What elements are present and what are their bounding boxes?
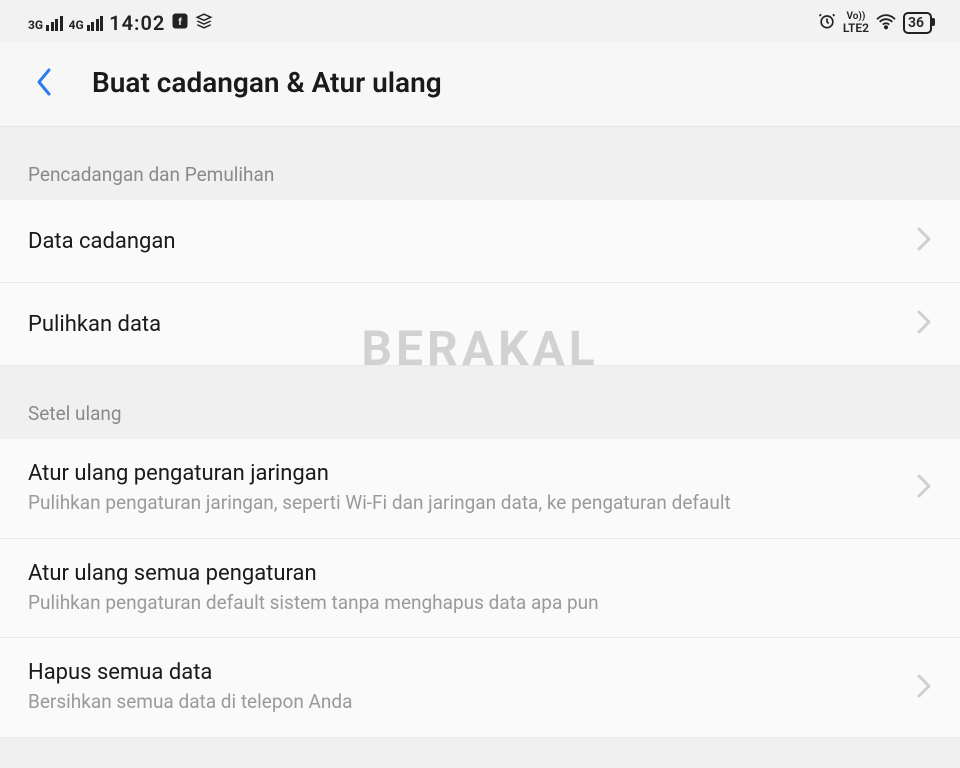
trailing-gap (0, 738, 960, 768)
stack-icon (195, 12, 213, 35)
page-title: Buat cadangan & Atur ulang (92, 66, 442, 99)
signal-4g-label: 4G (69, 19, 84, 31)
item-title: Atur ulang pengaturan jaringan (28, 461, 902, 486)
section-header-reset: Setel ulang (0, 366, 960, 439)
alarm-icon (817, 11, 837, 36)
signal-3g-icon: 3G (28, 16, 63, 31)
list-item-data-cadangan[interactable]: Data cadangan (0, 200, 960, 283)
svg-text:f: f (179, 15, 183, 27)
list-item-reset-semua-pengaturan[interactable]: Atur ulang semua pengaturan Pulihkan pen… (0, 539, 960, 639)
item-title: Atur ulang semua pengaturan (28, 561, 932, 586)
item-subtitle: Pulihkan pengaturan jaringan, seperti Wi… (28, 490, 902, 516)
signal-4g-icon: 4G (69, 16, 104, 31)
chevron-right-icon (916, 673, 932, 703)
item-subtitle: Bersihkan semua data di telepon Anda (28, 689, 902, 715)
item-title: Hapus semua data (28, 660, 902, 685)
settings-screen: 3G 4G 14:02 f Vo)) LTE2 (0, 0, 960, 720)
volte-icon: Vo)) LTE2 (843, 12, 869, 34)
list-item-hapus-semua-data[interactable]: Hapus semua data Bersihkan semua data di… (0, 638, 960, 738)
list-item-pulihkan-data[interactable]: Pulihkan data (0, 283, 960, 366)
section-header-backup: Pencadangan dan Pemulihan (0, 127, 960, 200)
chevron-left-icon (34, 66, 54, 98)
item-title: Pulihkan data (28, 312, 902, 337)
status-right: Vo)) LTE2 36 (817, 11, 932, 36)
chevron-right-icon (916, 309, 932, 339)
facebook-icon: f (171, 12, 189, 35)
clock-time: 14:02 (109, 11, 165, 35)
battery-icon: 36 (903, 12, 932, 35)
battery-percent: 36 (908, 15, 924, 32)
list-item-reset-jaringan[interactable]: Atur ulang pengaturan jaringan Pulihkan … (0, 439, 960, 539)
header-bar: Buat cadangan & Atur ulang (0, 42, 960, 127)
status-left: 3G 4G 14:02 f (28, 11, 213, 35)
item-title: Data cadangan (28, 229, 902, 254)
signal-3g-label: 3G (28, 19, 43, 31)
back-button[interactable] (24, 62, 64, 102)
chevron-right-icon (916, 473, 932, 503)
chevron-right-icon (916, 226, 932, 256)
item-subtitle: Pulihkan pengaturan default sistem tanpa… (28, 590, 932, 616)
status-bar: 3G 4G 14:02 f Vo)) LTE2 (0, 0, 960, 42)
wifi-icon (875, 12, 897, 35)
